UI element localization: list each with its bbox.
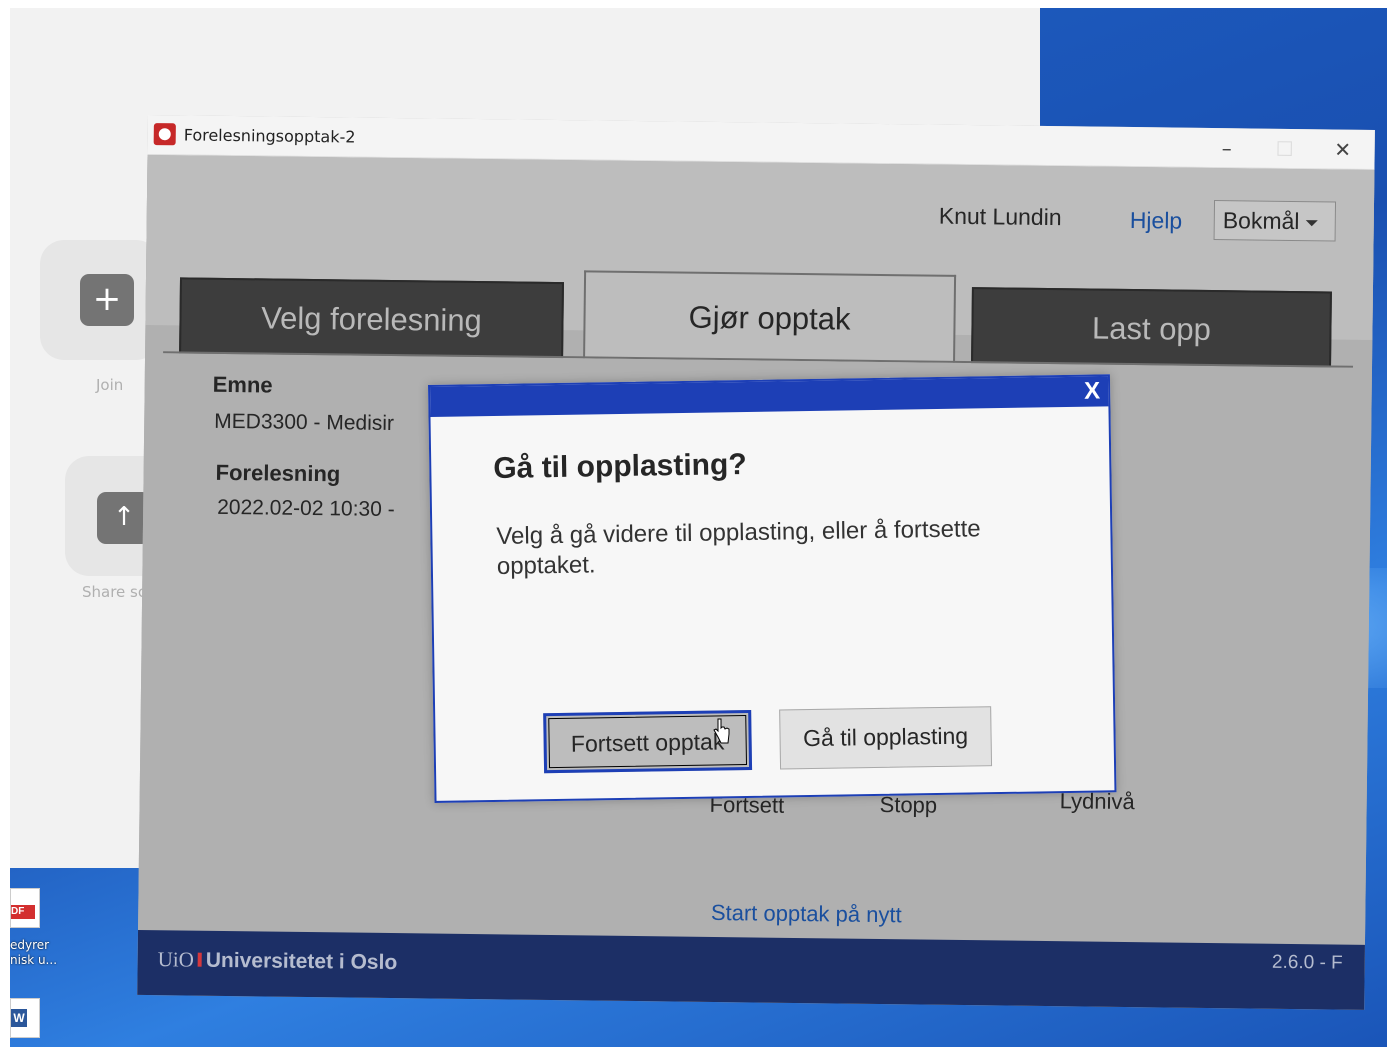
uio-logo: UiO Universitetet i Oslo (158, 947, 398, 975)
tab-last-opp[interactable]: Last opp (970, 287, 1332, 372)
pdf-file-icon[interactable] (10, 888, 40, 928)
maximize-button[interactable]: ☐ (1264, 133, 1304, 165)
uio-logo-text: UiO (157, 947, 195, 972)
chevron-down-icon (1305, 220, 1318, 227)
word-file-icon[interactable] (10, 998, 40, 1038)
restart-recording-link[interactable]: Start opptak på nytt (656, 899, 956, 929)
tab-gjor-opptak[interactable]: Gjør opptak (583, 270, 957, 363)
minimize-button[interactable]: – (1206, 132, 1246, 164)
lecture-label: Forelesning (215, 459, 341, 487)
close-window-button[interactable]: ✕ (1322, 133, 1362, 165)
window-title: Forelesningsopptak-2 (183, 125, 356, 147)
go-to-upload-button[interactable]: Gå til opplasting (779, 706, 993, 770)
dialog-message: Velg å gå videre til opplasting, eller å… (496, 515, 981, 580)
hand-cursor-icon (713, 718, 730, 744)
join-tile[interactable]: + (40, 240, 160, 360)
plus-icon: + (80, 274, 134, 326)
dialog-titlebar: X (430, 376, 1109, 417)
language-select[interactable]: Bokmål (1213, 200, 1337, 242)
course-label: Emne (212, 371, 273, 398)
version-label: 2.6.0 - F (1271, 951, 1343, 974)
desktop-icon-label: edyrer nisk u... (10, 938, 58, 967)
upload-confirm-dialog: X Gå til opplasting? Velg å gå videre ti… (428, 374, 1117, 803)
institution-name: Universitetet i Oslo (205, 948, 398, 975)
uio-logo-mark (197, 952, 202, 967)
app-record-icon (153, 123, 176, 146)
language-value: Bokmål (1222, 207, 1300, 235)
tab-velg-forelesning[interactable]: Velg forelesning (179, 277, 564, 363)
dialog-title: Gå til opplasting? (493, 448, 747, 485)
dialog-close-button[interactable]: X (1084, 377, 1100, 405)
lecture-value: 2022.02-02 10:30 - (217, 495, 395, 522)
help-link[interactable]: Hjelp (1130, 207, 1183, 235)
join-label: Join (96, 376, 124, 394)
stop-label: Stopp (879, 791, 938, 818)
user-name: Knut Lundin (938, 202, 1062, 231)
course-value: MED3300 - Medisir (214, 409, 395, 436)
